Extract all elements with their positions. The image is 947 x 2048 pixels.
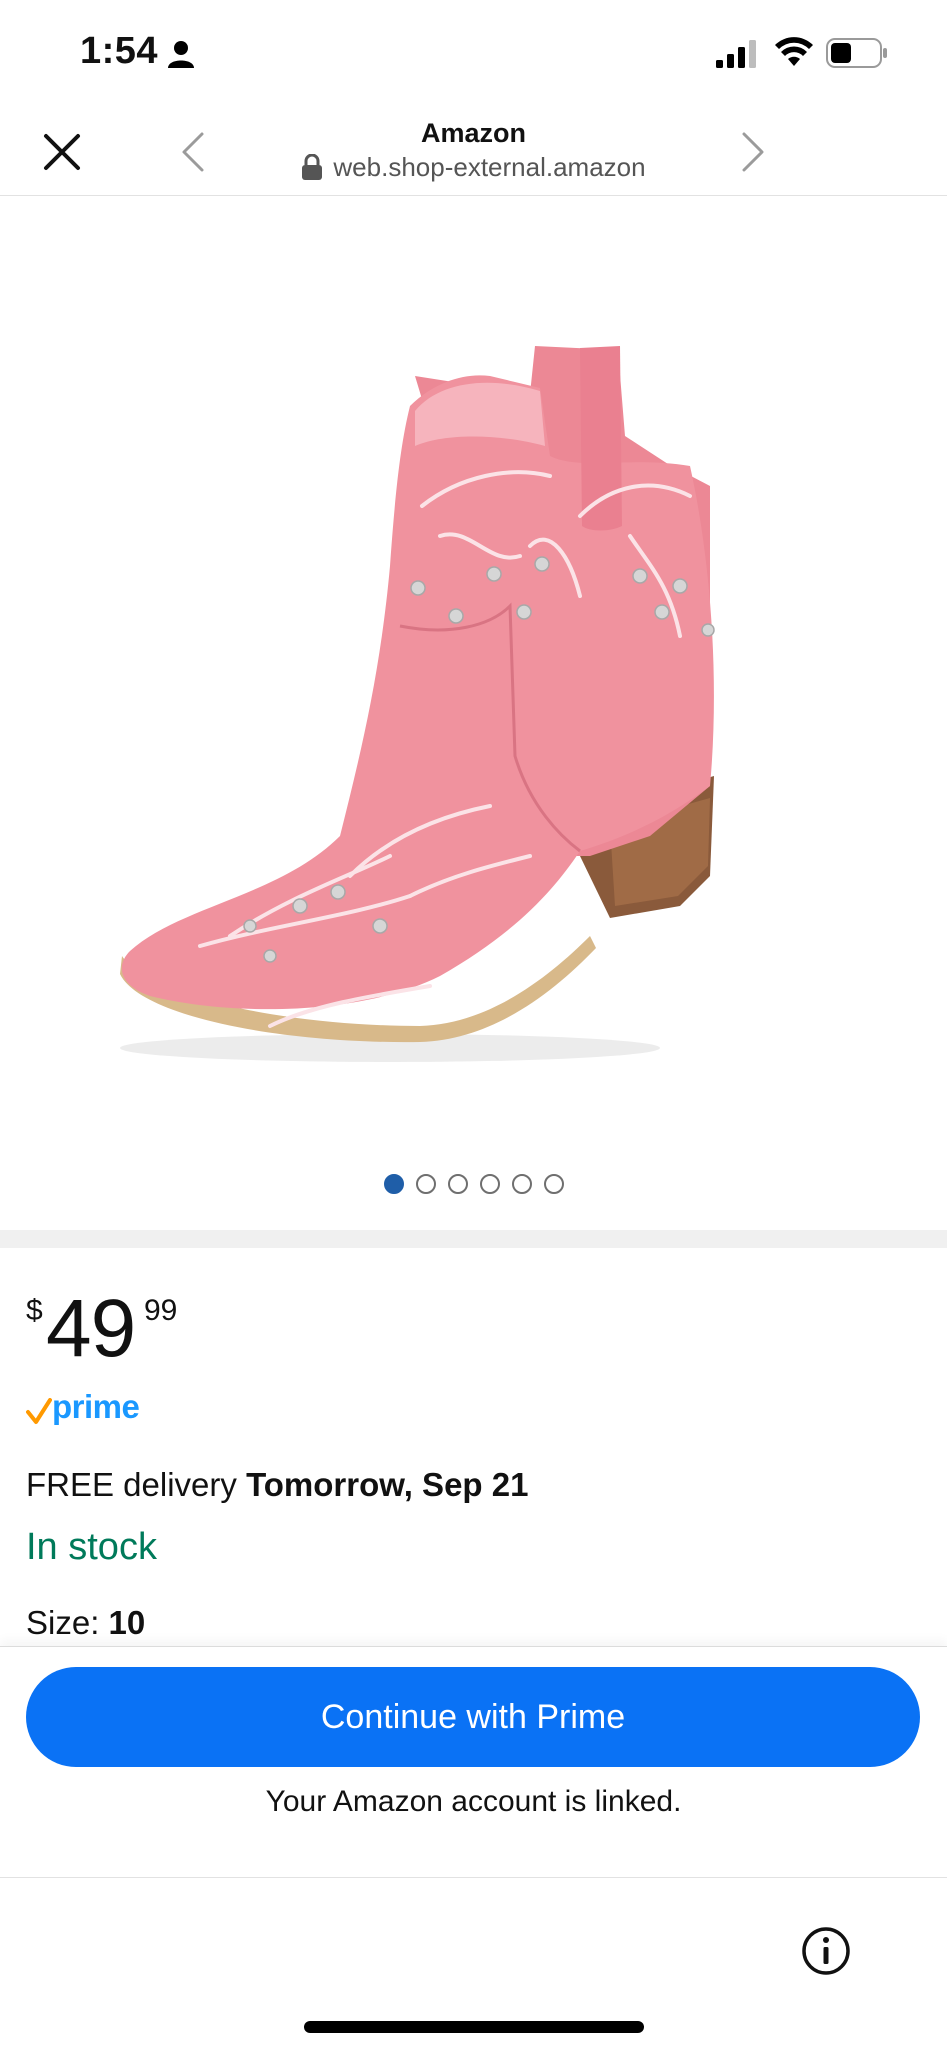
prime-check-icon [26, 1398, 52, 1424]
forward-chevron-icon[interactable] [738, 130, 768, 174]
size-label: Size: [26, 1604, 109, 1641]
battery-icon [826, 38, 887, 68]
carousel-dot[interactable] [543, 1174, 564, 1194]
status-bar: 1:54 [0, 0, 947, 104]
price-fraction: 99 [144, 1294, 178, 1327]
site-title: Amazon [420, 118, 526, 148]
browser-header: Amazon web.shop-external.amazon [0, 104, 947, 196]
stock-status: In stock [26, 1526, 157, 1568]
account-linked-text: Your Amazon account is linked. [265, 1785, 682, 1818]
sheet-divider [0, 1877, 947, 1878]
continue-with-prime-button[interactable]: Continue with Prime [26, 1667, 920, 1767]
home-indicator [304, 2021, 644, 2033]
carousel-dots[interactable] [0, 1174, 947, 1194]
signal-icon [716, 40, 756, 68]
status-time: 1:54 [80, 30, 159, 72]
carousel-dot[interactable] [415, 1174, 436, 1194]
price-whole: 49 [46, 1283, 136, 1374]
carousel-dot[interactable] [511, 1174, 532, 1194]
prime-text: prime [52, 1388, 140, 1425]
carousel-dot[interactable] [447, 1174, 468, 1194]
lock-icon [302, 154, 323, 180]
person-icon [168, 41, 194, 68]
delivery-prefix: FREE delivery [26, 1466, 247, 1503]
section-divider [0, 1230, 947, 1248]
size-selection[interactable]: Size: 10 [26, 1604, 145, 1642]
product-image[interactable] [110, 336, 730, 1076]
prime-badge: prime [26, 1388, 156, 1428]
size-value: 10 [108, 1604, 146, 1641]
url-text: web.shop-external.amazon [333, 152, 646, 182]
carousel-dot[interactable] [479, 1174, 500, 1194]
delivery-info: FREE delivery Tomorrow, Sep 21 [26, 1466, 528, 1504]
wifi-icon [775, 37, 813, 66]
bottom-sheet: Continue with Prime Your Amazon account … [0, 1646, 947, 2048]
product-image-carousel[interactable] [0, 196, 947, 1230]
site-url: web.shop-external.amazon [0, 152, 947, 183]
info-icon[interactable] [800, 1925, 852, 1977]
price-symbol: $ [26, 1294, 43, 1327]
carousel-dot[interactable] [383, 1174, 404, 1194]
delivery-date: Tomorrow, Sep 21 [246, 1466, 529, 1503]
